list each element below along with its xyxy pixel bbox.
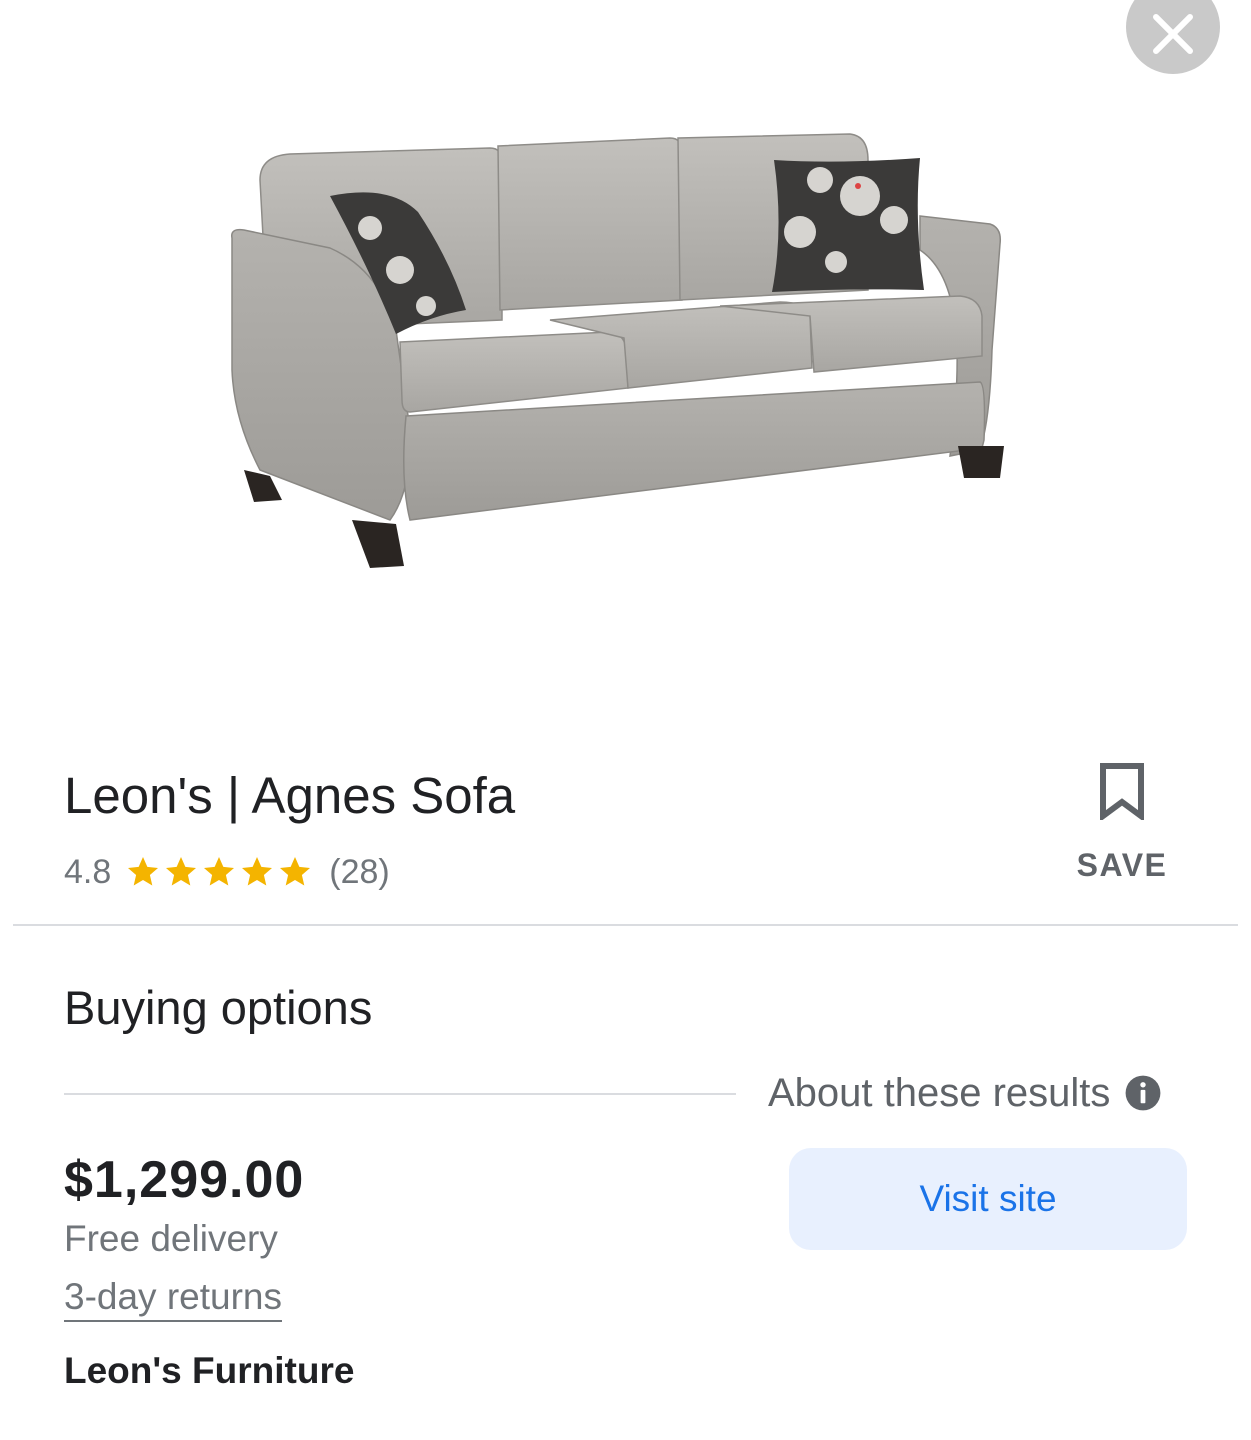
star-icon (204, 857, 235, 886)
bookmark-icon (1098, 762, 1146, 825)
info-icon (1124, 1074, 1162, 1112)
seller-name: Leon's Furniture (64, 1350, 355, 1391)
save-button[interactable]: SAVE (1060, 762, 1184, 886)
close-button[interactable] (1126, 0, 1220, 74)
divider (13, 924, 1238, 926)
about-results-label: About these results (768, 1070, 1111, 1115)
rating-value: 4.8 (64, 852, 112, 891)
save-label: SAVE (1076, 847, 1168, 883)
product-image (220, 120, 1030, 590)
close-icon (1150, 0, 1196, 62)
product-title: Leon's | Agnes Sofa (64, 767, 516, 824)
offer-divider (64, 1093, 736, 1095)
returns-link[interactable]: 3-day returns (64, 1276, 282, 1322)
star-icon (242, 857, 273, 886)
about-these-results-link[interactable]: About these results (768, 1068, 1162, 1118)
offer-price: $1,299.00 (64, 1151, 305, 1209)
rating-row[interactable]: 4.8 (28) (64, 850, 390, 894)
rating-stars (125, 854, 315, 890)
buying-options-heading: Buying options (64, 981, 373, 1034)
star-icon (280, 857, 311, 886)
visit-site-button[interactable]: Visit site (789, 1148, 1187, 1250)
star-icon (166, 857, 197, 886)
review-count: (28) (329, 852, 390, 891)
star-icon (128, 857, 159, 886)
delivery-info: Free delivery (64, 1218, 278, 1259)
